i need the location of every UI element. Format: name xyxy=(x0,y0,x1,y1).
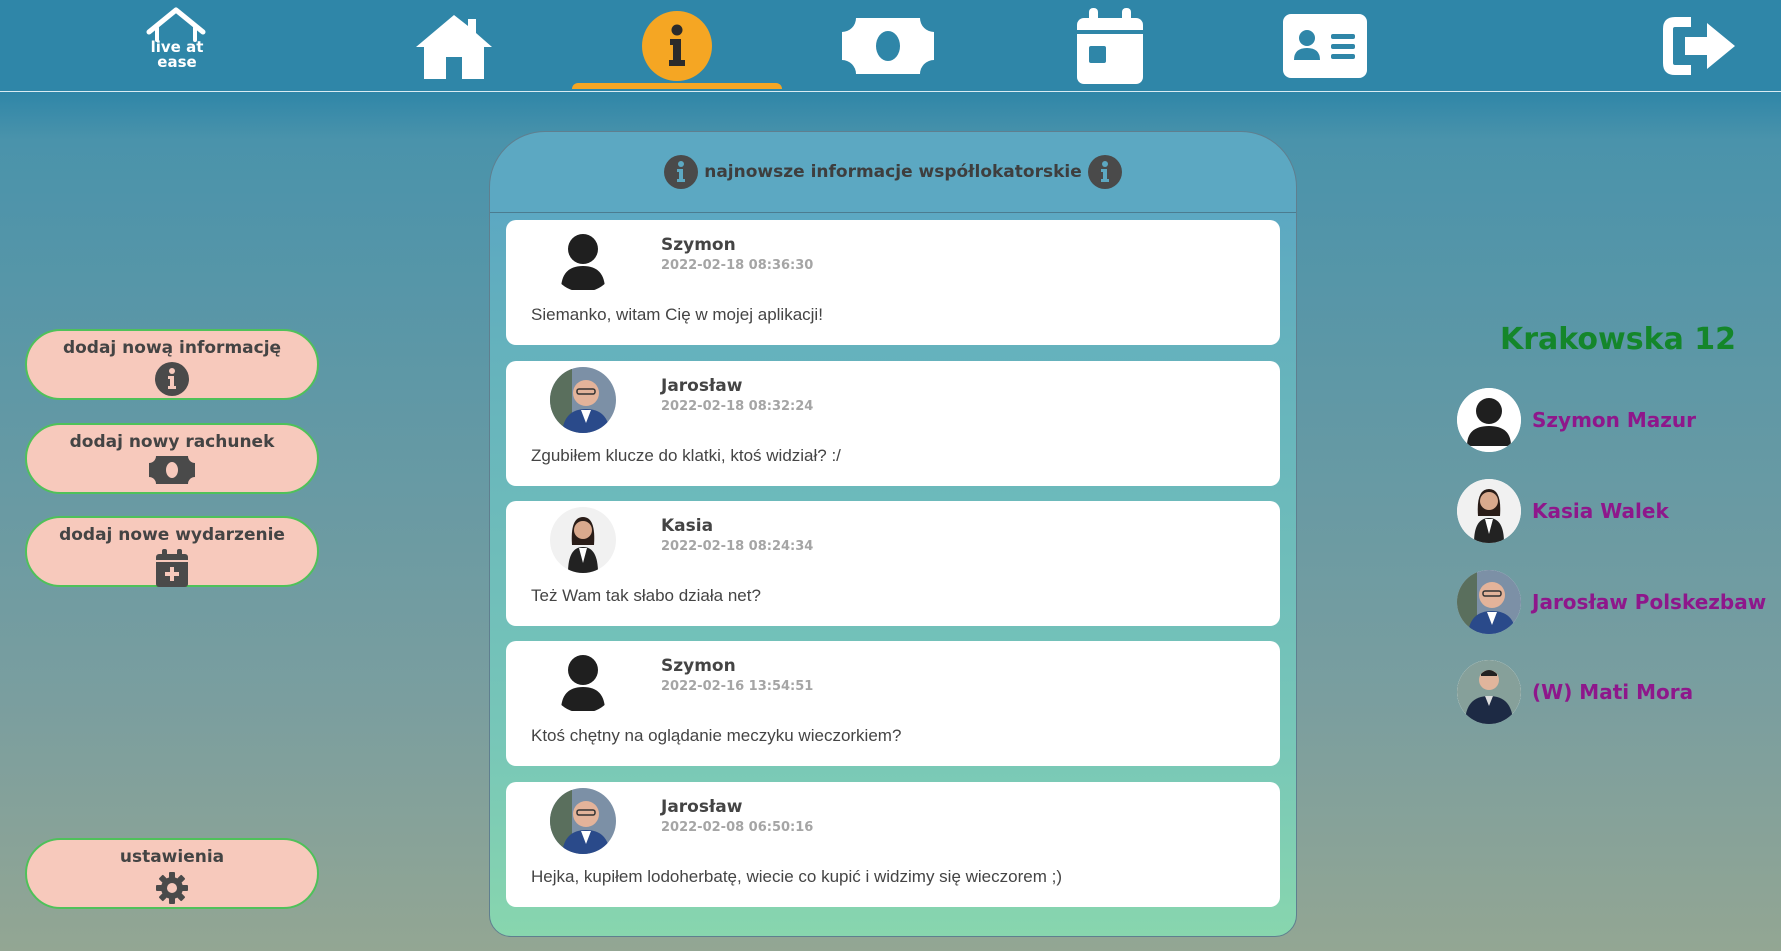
add-bill-label: dodaj nowy rachunek xyxy=(69,432,275,452)
post-message: Hejka, kupiłem lodoherbatę, wiecie co ku… xyxy=(531,867,1062,886)
settings-label: ustawienia xyxy=(119,847,225,867)
post-author: Jarosław xyxy=(661,376,743,396)
nav-active-indicator xyxy=(572,83,782,89)
post-message: Zgubiłem klucze do klatki, ktoś widział?… xyxy=(531,446,841,465)
default-avatar-icon xyxy=(550,647,616,713)
post-time: 2022-02-18 08:36:30 xyxy=(661,258,814,273)
default-avatar-icon xyxy=(1457,388,1521,452)
user-photo-avatar xyxy=(1457,479,1521,543)
home-icon xyxy=(416,14,492,79)
post-time: 2022-02-16 13:54:51 xyxy=(661,679,814,694)
add-info-label: dodaj nową informację xyxy=(62,338,282,358)
info-icon xyxy=(642,10,712,81)
user-photo-avatar xyxy=(1457,570,1521,634)
flat-address: Krakowska 12 xyxy=(1500,322,1737,357)
info-icon xyxy=(1087,155,1122,189)
default-avatar-icon xyxy=(550,226,616,292)
flatmate-name: Kasia Walek xyxy=(1532,499,1669,523)
flatmate-name: Szymon Mazur xyxy=(1532,408,1697,432)
top-navigation: live at ease xyxy=(0,0,1781,92)
calendar-plus-icon xyxy=(156,549,188,587)
feed-post: Kasia 2022-02-18 08:24:34 Też Wam tak sł… xyxy=(506,501,1280,626)
contact-card-icon xyxy=(1283,13,1367,78)
add-bill-button[interactable]: dodaj nowy rachunek xyxy=(25,423,319,494)
feed-post: Szymon 2022-02-18 08:36:30 Siemanko, wit… xyxy=(506,220,1280,345)
gear-icon xyxy=(156,872,188,904)
add-event-button[interactable]: dodaj nowe wydarzenie xyxy=(25,516,319,587)
news-feed-panel: najnowsze informacje współlokatorskie Sz… xyxy=(489,131,1297,937)
post-author: Szymon xyxy=(661,235,736,255)
settings-button[interactable]: ustawienia xyxy=(25,838,319,909)
user-photo-avatar xyxy=(550,788,616,854)
logo-text: live at ease xyxy=(150,38,204,71)
post-author: Kasia xyxy=(661,516,714,536)
info-icon xyxy=(155,362,189,396)
flatmate-name: (W) Mati Mora xyxy=(1532,680,1694,704)
money-icon xyxy=(149,456,195,484)
nav-logout[interactable] xyxy=(1660,0,1740,91)
nav-calendar[interactable] xyxy=(1070,0,1150,91)
calendar-icon xyxy=(1077,7,1143,84)
user-photo-avatar xyxy=(1457,660,1521,724)
post-message: Siemanko, witam Cię w mojej aplikacji! xyxy=(531,305,823,324)
info-icon xyxy=(664,155,699,189)
nav-home[interactable] xyxy=(410,0,498,91)
feed-post: Szymon 2022-02-16 13:54:51 Ktoś chętny n… xyxy=(506,641,1280,766)
logout-icon xyxy=(1663,16,1735,75)
user-photo-avatar xyxy=(550,507,616,573)
nav-bills[interactable] xyxy=(840,0,936,91)
post-time: 2022-02-18 08:32:24 xyxy=(661,399,814,414)
post-author: Szymon xyxy=(661,656,736,676)
feed-header: najnowsze informacje współlokatorskie xyxy=(490,132,1296,213)
nav-contacts[interactable] xyxy=(1280,0,1370,91)
add-event-label: dodaj nowe wydarzenie xyxy=(59,525,285,545)
post-message: Ktoś chętny na oglądanie meczyku wieczor… xyxy=(531,726,902,745)
post-message: Też Wam tak słabo działa net? xyxy=(531,586,761,605)
post-time: 2022-02-18 08:24:34 xyxy=(661,539,814,554)
add-info-button[interactable]: dodaj nową informację xyxy=(25,329,319,400)
feed-title: najnowsze informacje współlokatorskie xyxy=(704,162,1082,182)
user-photo-avatar xyxy=(550,367,616,433)
nav-info[interactable] xyxy=(630,0,724,91)
post-time: 2022-02-08 06:50:16 xyxy=(661,820,814,835)
feed-post: Jarosław 2022-02-08 06:50:16 Hejka, kupi… xyxy=(506,782,1280,907)
feed-post: Jarosław 2022-02-18 08:32:24 Zgubiłem kl… xyxy=(506,361,1280,486)
post-author: Jarosław xyxy=(661,797,743,817)
flatmate-name: Jarosław Polskezbaw xyxy=(1532,590,1767,614)
money-icon xyxy=(842,17,934,74)
